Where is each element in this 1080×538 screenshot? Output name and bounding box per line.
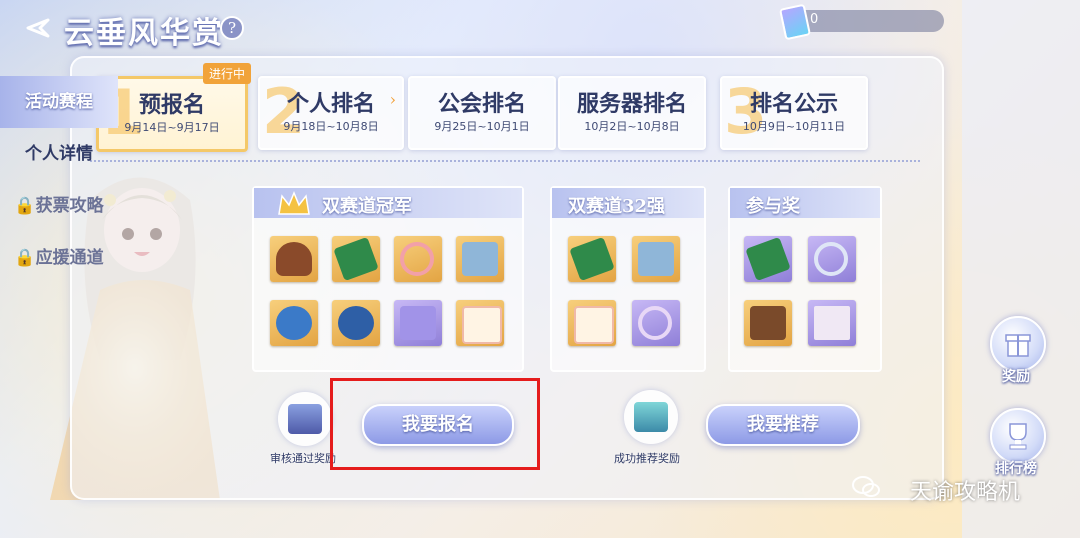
ticket-count: 0: [810, 12, 819, 27]
watermark: 天谕攻略机: [910, 480, 1021, 505]
trophy-icon: [1009, 423, 1027, 450]
group-header: 参与奖: [730, 188, 880, 218]
stage-date: 9月14日~9月17日: [124, 121, 220, 134]
reward-item[interactable]: [744, 300, 792, 346]
status-badge: 进行中: [202, 63, 251, 84]
reward-group-champion: 双赛道冠军: [252, 186, 524, 372]
reward-item[interactable]: [744, 236, 792, 282]
reward-button[interactable]: [990, 316, 1046, 372]
chest-icon[interactable]: [624, 390, 678, 444]
reward-item[interactable]: [394, 300, 442, 346]
stage-ranking-announce[interactable]: 3 排名公示 10月9日~10月11日: [720, 76, 868, 150]
sidebar-item-vote-guide[interactable]: 🔒获票攻略: [0, 180, 118, 232]
chest-label: 成功推荐奖励: [614, 452, 680, 465]
gift-icon: [1005, 334, 1031, 357]
wechat-icon: [852, 476, 880, 497]
sidebar-item-personal-details[interactable]: 个人详情: [0, 128, 118, 180]
reward-item[interactable]: [568, 236, 616, 282]
group-header: 双赛道冠军: [254, 188, 522, 218]
stage-name: 个人排名: [286, 91, 375, 117]
sidebar-item-schedule[interactable]: 活动赛程: [0, 76, 118, 128]
back-icon[interactable]: [22, 16, 52, 40]
reward-item[interactable]: [332, 236, 380, 282]
reward-item[interactable]: [332, 300, 380, 346]
chest-label: 审核通过奖励: [270, 452, 336, 465]
stage-presignup[interactable]: 1 预报名 9月14日~9月17日 进行中: [96, 63, 251, 152]
group-title: 参与奖: [746, 196, 800, 217]
reward-group-participation: 参与奖: [728, 186, 882, 372]
group-title: 双赛道32强: [568, 196, 666, 217]
recommend-button[interactable]: 我要推荐: [706, 404, 860, 446]
divider: [90, 160, 920, 162]
reward-item[interactable]: [632, 236, 680, 282]
stage-date: 10月2日~10月8日: [584, 120, 680, 133]
crown-icon: [278, 191, 310, 215]
reward-item[interactable]: [456, 300, 504, 346]
reward-item[interactable]: [568, 300, 616, 346]
stage-server-ranking[interactable]: 服务器排名 10月2日~10月8日: [558, 76, 706, 150]
reward-item[interactable]: [456, 236, 504, 282]
reward-item[interactable]: [808, 236, 856, 282]
group-title: 双赛道冠军: [322, 196, 412, 217]
reward-label: 奖励: [1002, 369, 1030, 385]
stage-guild-ranking[interactable]: 公会排名 9月25日~10月1日: [408, 76, 556, 150]
ranking-button[interactable]: [990, 408, 1046, 464]
stage-personal-ranking[interactable]: 2 个人排名 9月18日~10月8日 ›: [258, 76, 404, 150]
reward-item[interactable]: [270, 236, 318, 282]
stage-date: 9月25日~10月1日: [434, 120, 530, 133]
stage-date: 10月9日~10月11日: [742, 120, 846, 133]
stage-date: 9月18日~10月8日: [283, 120, 379, 133]
reward-item[interactable]: [270, 300, 318, 346]
stage-name: 预报名: [138, 92, 205, 118]
reward-item[interactable]: [632, 300, 680, 346]
sidebar-item-support-channel[interactable]: 🔒应援通道: [0, 232, 118, 284]
page-title: 云垂风华赏: [64, 16, 224, 51]
chest-icon[interactable]: [278, 392, 332, 446]
stage-name: 排名公示: [749, 91, 838, 117]
stage-name: 服务器排名: [576, 91, 687, 117]
reward-item[interactable]: [808, 300, 856, 346]
help-icon[interactable]: ?: [220, 16, 244, 40]
reward-item[interactable]: [394, 236, 442, 282]
stage-name: 公会排名: [437, 91, 526, 117]
group-header: 双赛道32强: [552, 188, 704, 218]
highlight-box: [330, 378, 540, 470]
reward-group-top32: 双赛道32强: [550, 186, 706, 372]
chevron-right-icon: ›: [389, 90, 396, 109]
